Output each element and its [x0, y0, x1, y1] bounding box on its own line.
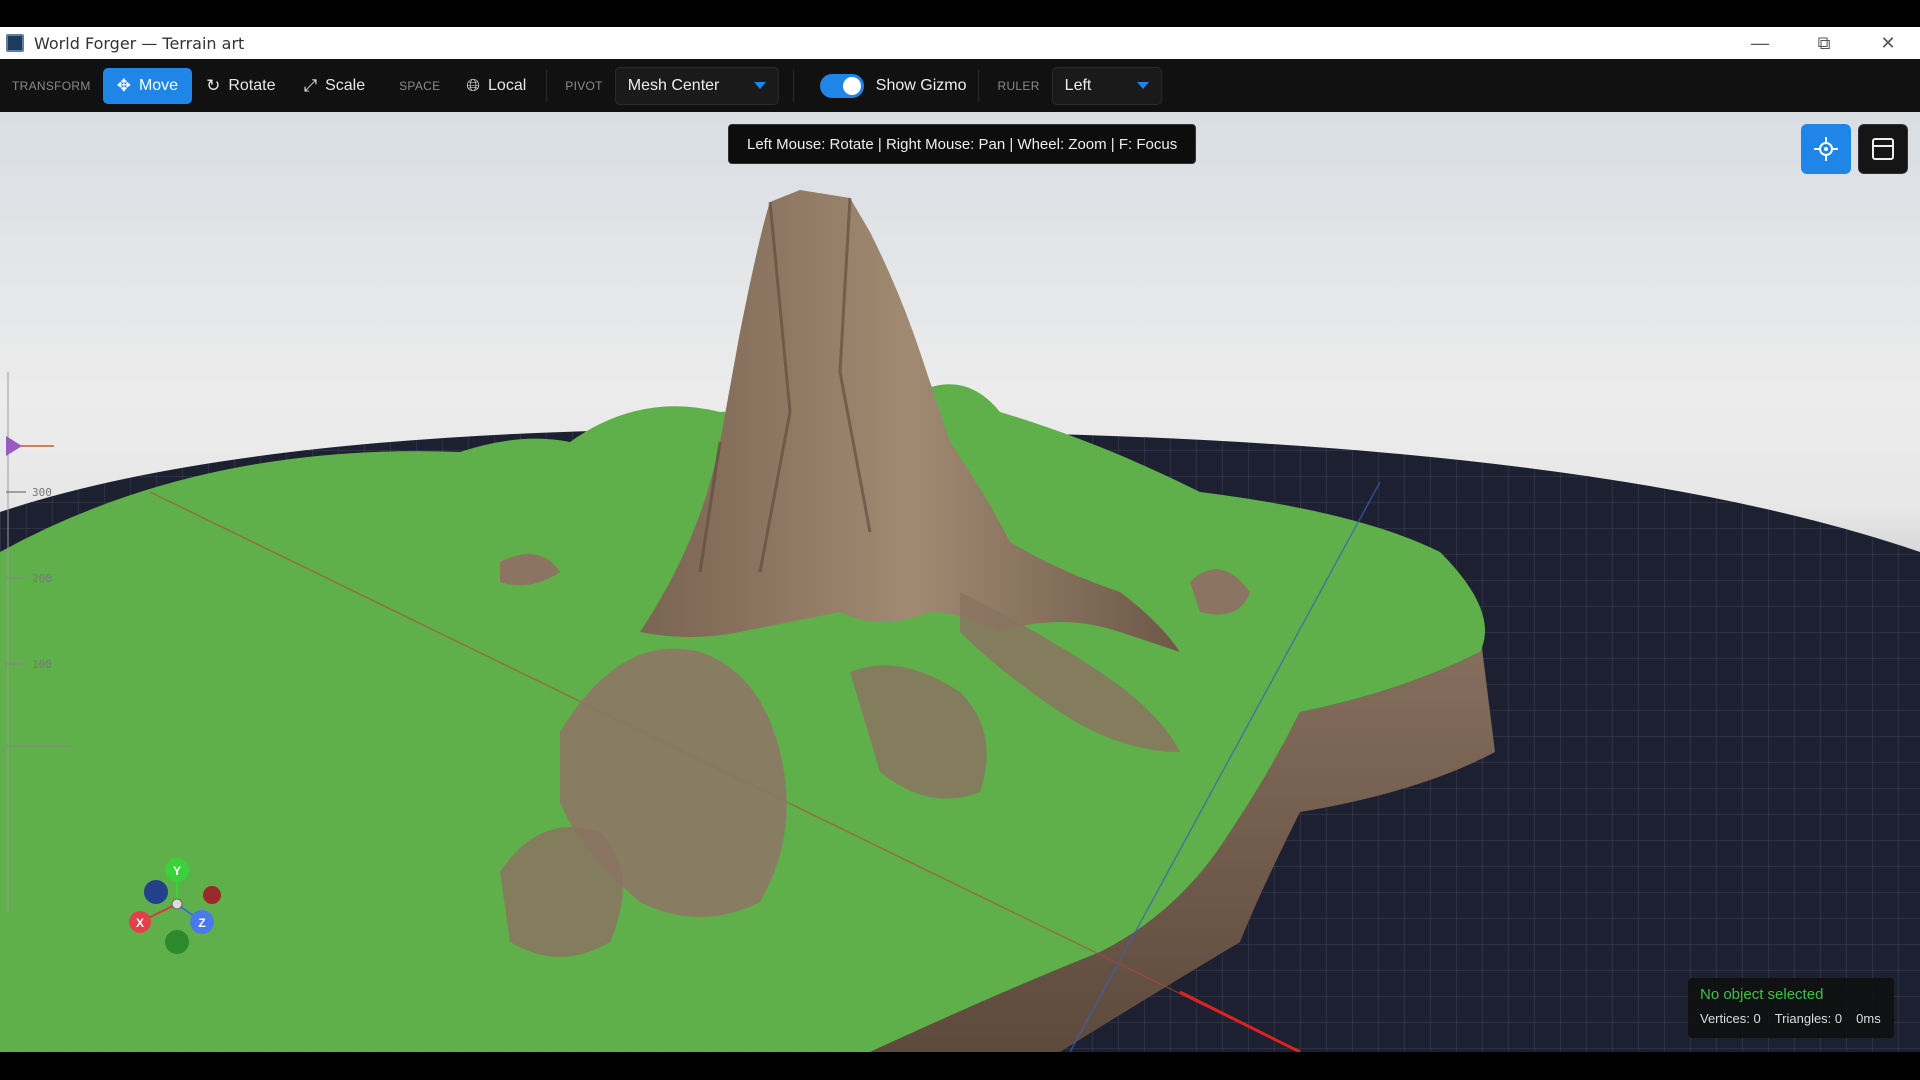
status-panel: No object selected Vertices: 0 Triangles…	[1688, 978, 1894, 1038]
toolbar-divider	[978, 69, 980, 102]
orientation-gizmo[interactable]: Y X Z	[120, 852, 240, 972]
height-ruler: 300 200 100	[6, 372, 72, 912]
crosshair-icon	[1814, 137, 1838, 161]
z-axis-label: Z	[198, 916, 205, 930]
selection-status: No object selected	[1700, 986, 1824, 1003]
frame-time: 0ms	[1856, 1011, 1881, 1026]
ruler-value: Left	[1064, 76, 1092, 94]
vertex-count: Vertices: 0	[1700, 1011, 1761, 1026]
pivot-value: Mesh Center	[627, 76, 720, 94]
transform-label: TRANSFORM	[12, 78, 91, 93]
local-space-button[interactable]: 🌐︎ Local	[452, 68, 540, 104]
title-bar: World Forger — Terrain art — ⧉ ✕	[0, 27, 1920, 59]
app-window: World Forger — Terrain art — ⧉ ✕ TRANSFO…	[0, 0, 1920, 1080]
globe-icon: 🌐︎	[466, 75, 481, 95]
toolbar: TRANSFORM ✥ Move ↻ Rotate ⤢ Scale SPACE …	[0, 59, 1920, 112]
rotate-button[interactable]: ↻ Rotate	[192, 68, 289, 104]
bottom-border	[0, 1052, 1920, 1080]
toolbar-divider	[546, 69, 548, 102]
move-button[interactable]: ✥ Move	[102, 67, 193, 104]
neg-z-axis-dot	[144, 880, 168, 904]
minimize-icon[interactable]: —	[1728, 27, 1792, 59]
pivot-dropdown[interactable]: Mesh Center	[614, 66, 779, 105]
window-controls: — ⧉ ✕	[1728, 27, 1920, 59]
layout-panel-icon	[1872, 138, 1894, 160]
ruler-marker-icon	[6, 436, 22, 456]
move-icon: ✥	[116, 75, 131, 95]
move-label: Move	[138, 76, 179, 94]
pivot-label: PIVOT	[565, 78, 603, 93]
layout-button[interactable]	[1858, 124, 1908, 174]
show-gizmo-toggle[interactable]	[819, 73, 864, 98]
app-icon	[6, 34, 24, 52]
ruler-label: RULER	[997, 78, 1040, 93]
y-axis-label: Y	[173, 864, 181, 878]
scale-icon: ⤢	[303, 75, 318, 95]
controls-hint: Left Mouse: Rotate | Right Mouse: Pan | …	[728, 124, 1197, 164]
ruler-tick-200: 200	[32, 572, 52, 585]
local-label: Local	[488, 76, 527, 94]
ruler-tick-100: 100	[32, 658, 52, 671]
scale-label: Scale	[325, 76, 366, 94]
triangle-count: Triangles: 0	[1774, 1011, 1843, 1026]
rotate-label: Rotate	[228, 76, 276, 94]
terrain-scene[interactable]	[0, 112, 1920, 1052]
ruler-dropdown[interactable]: Left	[1051, 66, 1162, 105]
close-icon[interactable]: ✕	[1856, 27, 1920, 59]
ruler-tick-300: 300	[32, 486, 52, 499]
neg-y-axis-dot	[165, 930, 189, 954]
show-gizmo-label: Show Gizmo	[875, 76, 967, 94]
rotate-icon: ↻	[206, 75, 221, 95]
neg-x-axis-dot	[203, 886, 221, 904]
scale-button[interactable]: ⤢ Scale	[289, 68, 379, 104]
chevron-down-icon	[1136, 82, 1149, 89]
focus-button[interactable]	[1801, 124, 1851, 174]
toolbar-divider	[792, 69, 794, 102]
x-axis-label: X	[136, 916, 144, 930]
3d-viewport[interactable]: 300 200 100 Y X Z Left Mouse: Rotate | R…	[0, 112, 1920, 1052]
toggle-knob	[842, 76, 861, 95]
restore-icon[interactable]: ⧉	[1792, 27, 1856, 59]
space-label: SPACE	[399, 78, 441, 93]
window-title: World Forger — Terrain art	[34, 33, 245, 53]
chevron-down-icon	[753, 82, 766, 89]
